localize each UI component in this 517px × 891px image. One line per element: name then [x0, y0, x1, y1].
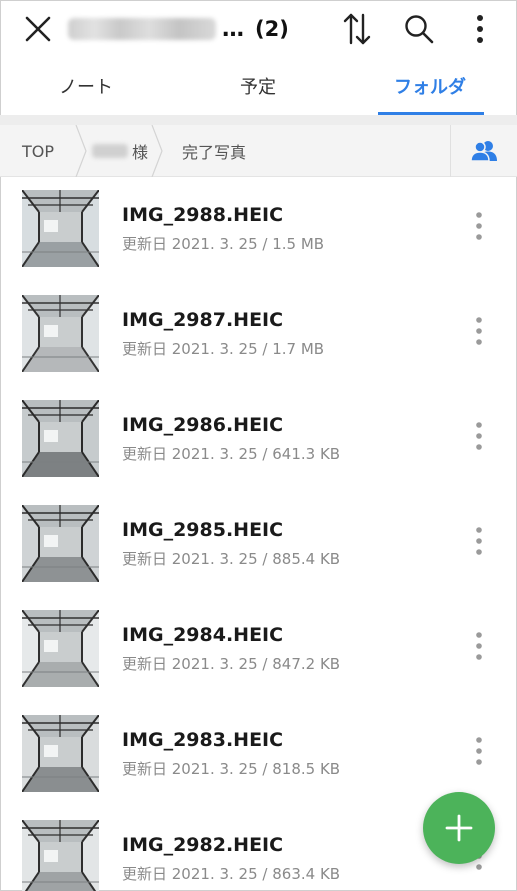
breadcrumb-current-folder: 完了写真 — [182, 143, 247, 162]
file-name[interactable]: IMG_2985.HEIC — [122, 519, 283, 541]
file-meta: 更新日 2021. 3. 25 / 641.3 KB — [122, 445, 341, 463]
redacted-title — [68, 18, 216, 40]
file-meta: 更新日 2021. 3. 25 / 1.7 MB — [122, 340, 325, 358]
more-vertical-icon — [476, 212, 482, 240]
breadcrumb-client[interactable]: 様 — [92, 125, 148, 177]
section-divider — [0, 115, 517, 125]
title-ellipsis: … — [222, 16, 245, 42]
more-vertical-icon — [476, 632, 482, 660]
file-more-button[interactable] — [464, 521, 494, 561]
more-vertical-icon — [476, 527, 482, 555]
breadcrumb-client-suffix: 様 — [132, 143, 149, 162]
file-thumbnail[interactable] — [22, 715, 99, 792]
file-thumbnail[interactable] — [22, 295, 99, 372]
sort-button[interactable] — [336, 8, 378, 50]
more-vertical-icon — [477, 15, 483, 43]
page-title: … (2) — [68, 14, 289, 44]
file-row[interactable]: IMG_2986.HEIC 更新日 2021. 3. 25 / 641.3 KB — [0, 388, 517, 493]
file-row[interactable]: IMG_2983.HEIC 更新日 2021. 3. 25 / 818.5 KB — [0, 703, 517, 808]
file-meta: 更新日 2021. 3. 25 / 885.4 KB — [122, 550, 341, 568]
tab-folder[interactable]: フォルダ — [376, 58, 484, 114]
breadcrumb-top[interactable]: TOP — [22, 125, 54, 177]
people-icon — [470, 141, 497, 162]
file-name[interactable]: IMG_2988.HEIC — [122, 204, 283, 226]
plus-icon — [445, 814, 473, 842]
file-meta: 更新日 2021. 3. 25 / 1.5 MB — [122, 235, 325, 253]
file-more-button[interactable] — [464, 206, 494, 246]
file-meta: 更新日 2021. 3. 25 / 818.5 KB — [122, 760, 341, 778]
add-file-button[interactable] — [423, 792, 495, 864]
breadcrumb: TOP 様 完了写真 — [0, 125, 517, 177]
more-menu-button[interactable] — [460, 8, 500, 50]
file-thumbnail[interactable] — [22, 190, 99, 267]
tab-schedule[interactable]: 予定 — [198, 58, 318, 114]
file-name[interactable]: IMG_2984.HEIC — [122, 624, 283, 646]
top-bar: … (2) — [0, 0, 517, 58]
file-name[interactable]: IMG_2983.HEIC — [122, 729, 283, 751]
more-vertical-icon — [476, 317, 482, 345]
file-more-button[interactable] — [464, 731, 494, 771]
title-count: (2) — [255, 17, 289, 41]
file-row[interactable]: IMG_2985.HEIC 更新日 2021. 3. 25 / 885.4 KB — [0, 493, 517, 598]
tab-note[interactable]: ノート — [26, 58, 146, 114]
close-button[interactable] — [18, 10, 58, 48]
file-more-button[interactable] — [464, 626, 494, 666]
search-button[interactable] — [398, 8, 440, 50]
file-more-button[interactable] — [464, 311, 494, 351]
search-icon — [405, 15, 434, 44]
file-meta: 更新日 2021. 3. 25 / 847.2 KB — [122, 655, 341, 673]
sort-icon — [343, 13, 371, 45]
share-members-button[interactable] — [450, 125, 517, 177]
file-meta: 更新日 2021. 3. 25 / 863.4 KB — [122, 865, 341, 883]
redacted-client-name — [92, 144, 128, 158]
file-thumbnail[interactable] — [22, 505, 99, 582]
chevron-right-icon — [75, 125, 87, 177]
close-icon — [25, 16, 51, 42]
file-thumbnail[interactable] — [22, 610, 99, 687]
file-more-button[interactable] — [464, 416, 494, 456]
file-thumbnail[interactable] — [22, 820, 99, 891]
file-row[interactable]: IMG_2988.HEIC 更新日 2021. 3. 25 / 1.5 MB — [0, 178, 517, 283]
more-vertical-icon — [476, 737, 482, 765]
more-vertical-icon — [476, 422, 482, 450]
file-name[interactable]: IMG_2982.HEIC — [122, 834, 283, 856]
file-name[interactable]: IMG_2986.HEIC — [122, 414, 283, 436]
file-name[interactable]: IMG_2987.HEIC — [122, 309, 283, 331]
file-thumbnail[interactable] — [22, 400, 99, 477]
file-row[interactable]: IMG_2984.HEIC 更新日 2021. 3. 25 / 847.2 KB — [0, 598, 517, 703]
tab-bar: ノート 予定 フォルダ — [0, 58, 517, 114]
chevron-right-icon — [151, 125, 163, 177]
file-row[interactable]: IMG_2987.HEIC 更新日 2021. 3. 25 / 1.7 MB — [0, 283, 517, 388]
